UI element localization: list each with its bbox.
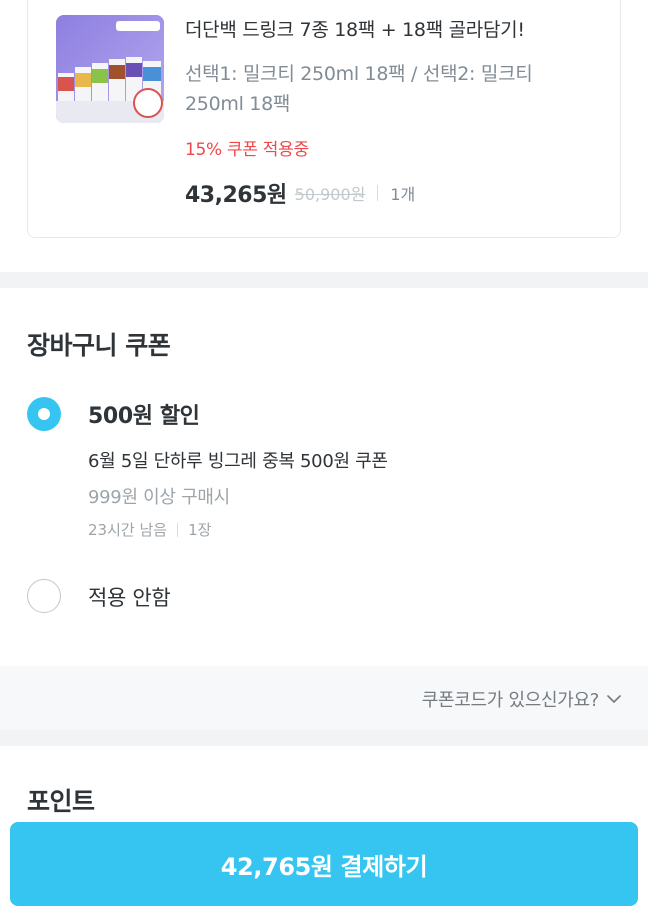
coupon-option-title[interactable]: 500원 할인 bbox=[88, 398, 200, 430]
coupon-option-description: 6월 5일 단하루 빙그레 중복 500원 쿠폰 bbox=[88, 451, 388, 472]
coupon-option-none-label[interactable]: 적용 안함 bbox=[88, 582, 171, 612]
coupon-radio-selected[interactable] bbox=[27, 397, 61, 431]
product-card: 더단백 드링크 7종 18팩 + 18팩 골라담기! 선택1: 밀크티 250m… bbox=[27, 0, 621, 238]
section-title-points: 포인트 bbox=[27, 787, 95, 816]
product-option: 선택1: 밀크티 250ml 18팩 / 선택2: 밀크티 250ml 18팩 bbox=[185, 63, 533, 115]
coupon-code-bar: 쿠폰코드가 있으신가요? bbox=[0, 666, 648, 730]
original-price: 50,900원 bbox=[294, 185, 366, 204]
coupon-applied-label: 15% 쿠폰 적용중 bbox=[185, 140, 309, 160]
product-name[interactable]: 더단백 드링크 7종 18팩 + 18팩 골라담기! bbox=[185, 15, 525, 42]
coupon-code-link-label: 쿠폰코드가 있으신가요? bbox=[421, 690, 600, 711]
section-divider bbox=[0, 730, 648, 746]
chevron-down-icon bbox=[607, 694, 621, 703]
section-title-cart-coupon: 장바구니 쿠폰 bbox=[27, 331, 171, 360]
coupon-count: 1장 bbox=[188, 521, 212, 539]
quantity: 1개 bbox=[390, 185, 416, 204]
coupon-time-left: 23시간 남음 bbox=[88, 521, 168, 539]
coupon-option-meta: 23시간 남음 1장 bbox=[88, 519, 211, 540]
divider bbox=[177, 522, 179, 537]
checkout-button[interactable]: 42,765원 결제하기 bbox=[10, 822, 638, 906]
divider bbox=[377, 185, 379, 201]
section-divider bbox=[0, 272, 648, 288]
sale-price: 43,265원 bbox=[185, 183, 287, 208]
coupon-code-link[interactable]: 쿠폰코드가 있으신가요? bbox=[422, 686, 621, 712]
coupon-option-condition: 999원 이상 구매시 bbox=[88, 487, 230, 508]
product-thumbnail[interactable] bbox=[56, 15, 164, 123]
price-row: 43,265원 50,900원 1개 bbox=[185, 177, 415, 209]
coupon-radio-none[interactable] bbox=[27, 579, 61, 613]
